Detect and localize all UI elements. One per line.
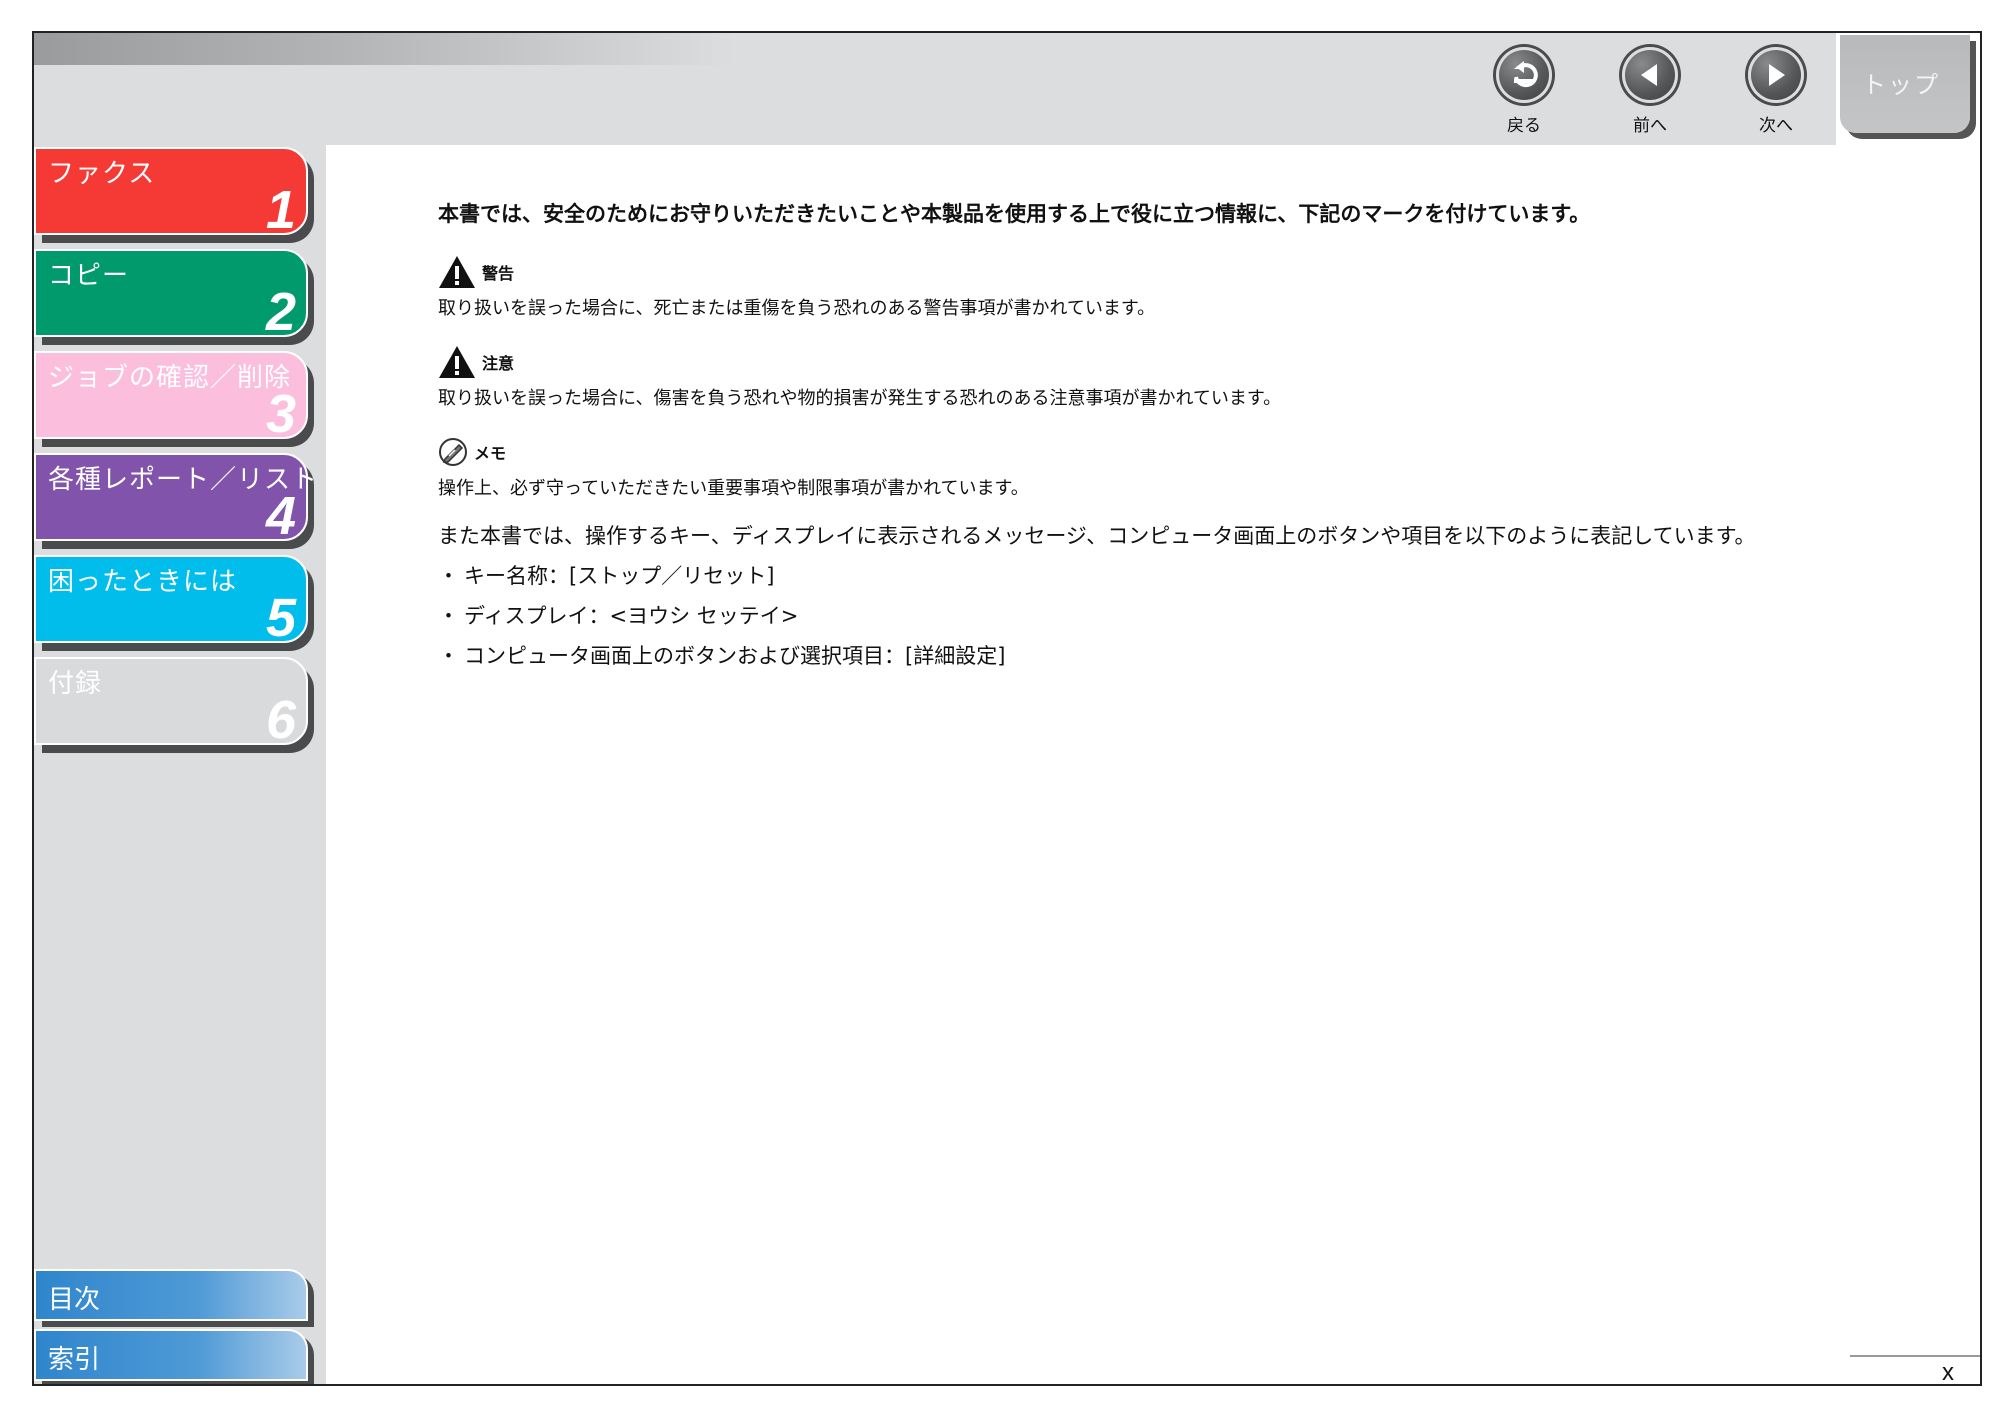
memo-icon [439,438,467,466]
tab-title: 付録 [48,669,103,699]
tab-number: 1 [265,180,296,240]
top-tab-label: トップ [1862,71,1940,99]
memo-description: 操作上、必ず守っていただきたい重要事項や制限事項が書かれています。 [438,478,1029,499]
caution-title: 注意 [482,354,515,373]
warning-icon [439,256,475,288]
footer-divider [1850,1355,1980,1357]
intro-text: 本書では、安全のためにお守りいただきたいことや本製品を使用する上で役に立つ情報に… [438,202,1591,226]
sidebar-tab-fax[interactable]: ファクス 1 [34,147,314,243]
header-gradient-band [34,33,734,65]
tab-title: ジョブの確認／削除 [48,363,292,393]
header-bar: 戻る 前へ 次へ [34,33,1836,145]
index-label: 索引 [48,1345,101,1375]
page-frame: 戻る 前へ 次へ トップ ファクス 1 コピー 2 ジョブの確認／削除 3 各種… [32,31,1982,1386]
tab-title: コピー [48,261,130,291]
memo-title: メモ [474,444,507,463]
back-button[interactable]: 戻る [1484,47,1564,143]
warning-heading: 警告 [438,254,1938,290]
memo-heading: メモ [438,434,1938,470]
bullet-text: コンピュータ画面上のボタンおよび選択項目：[詳細設定] [464,644,1006,668]
warning-title: 警告 [482,264,515,283]
list-item: ・ ディスプレイ：<ヨウシ セッテイ> [438,600,1938,630]
next-button[interactable]: 次へ [1736,47,1816,143]
toc-label: 目次 [48,1285,101,1315]
sidebar-tab-appendix[interactable]: 付録 6 [34,657,314,753]
tab-number: 5 [265,588,296,648]
tab-title: ファクス [48,159,156,189]
caution-description: 取り扱いを誤った場合に、傷害を負う恐れや物的損害が発生する恐れのある注意事項が書… [438,388,1282,409]
bullet-dot: ・ [438,644,459,668]
back-icon [1496,47,1552,103]
tab-title: 困ったときには [48,567,238,597]
top-tab[interactable]: トップ [1836,33,1980,145]
index-button[interactable]: 索引 [34,1329,314,1384]
sidebar-tab-job[interactable]: ジョブの確認／削除 3 [34,351,314,447]
toc-button[interactable]: 目次 [34,1269,314,1327]
notation-intro: また本書では、操作するキー、ディスプレイに表示されるメッセージ、コンピュータ画面… [438,524,1756,548]
arrow-left-icon [1622,47,1678,103]
bullet-dot: ・ [438,564,459,588]
list-item: ・ キー名称：[ストップ／リセット] [438,560,1938,590]
caution-heading: 注意 [438,344,1938,380]
tab-number: 4 [265,486,296,546]
list-item: ・ コンピュータ画面上のボタンおよび選択項目：[詳細設定] [438,640,1938,670]
bullet-text: キー名称：[ストップ／リセット] [464,564,775,588]
main-content: 本書では、安全のためにお守りいただきたいことや本製品を使用する上で役に立つ情報に… [438,198,1938,680]
page-number: x [1942,1359,1954,1386]
tab-number: 2 [265,282,296,342]
sidebar: ファクス 1 コピー 2 ジョブの確認／削除 3 各種レポート／リスト 4 困っ… [34,145,326,1384]
bullet-text: ディスプレイ：<ヨウシ セッテイ> [464,604,799,628]
sidebar-tab-troubleshooting[interactable]: 困ったときには 5 [34,555,314,651]
back-label: 戻る [1507,116,1541,136]
warning-description: 取り扱いを誤った場合に、死亡または重傷を負う恐れのある警告事項が書かれています。 [438,298,1156,319]
caution-icon [439,346,475,378]
arrow-right-icon [1748,47,1804,103]
next-label: 次へ [1759,116,1793,136]
prev-label: 前へ [1633,116,1667,136]
tab-number: 3 [265,384,296,444]
sidebar-tab-reports[interactable]: 各種レポート／リスト 4 [34,453,317,549]
prev-button[interactable]: 前へ [1610,47,1690,143]
bullet-dot: ・ [438,604,459,628]
sidebar-tab-copy[interactable]: コピー 2 [34,249,314,345]
tab-number: 6 [265,690,296,750]
